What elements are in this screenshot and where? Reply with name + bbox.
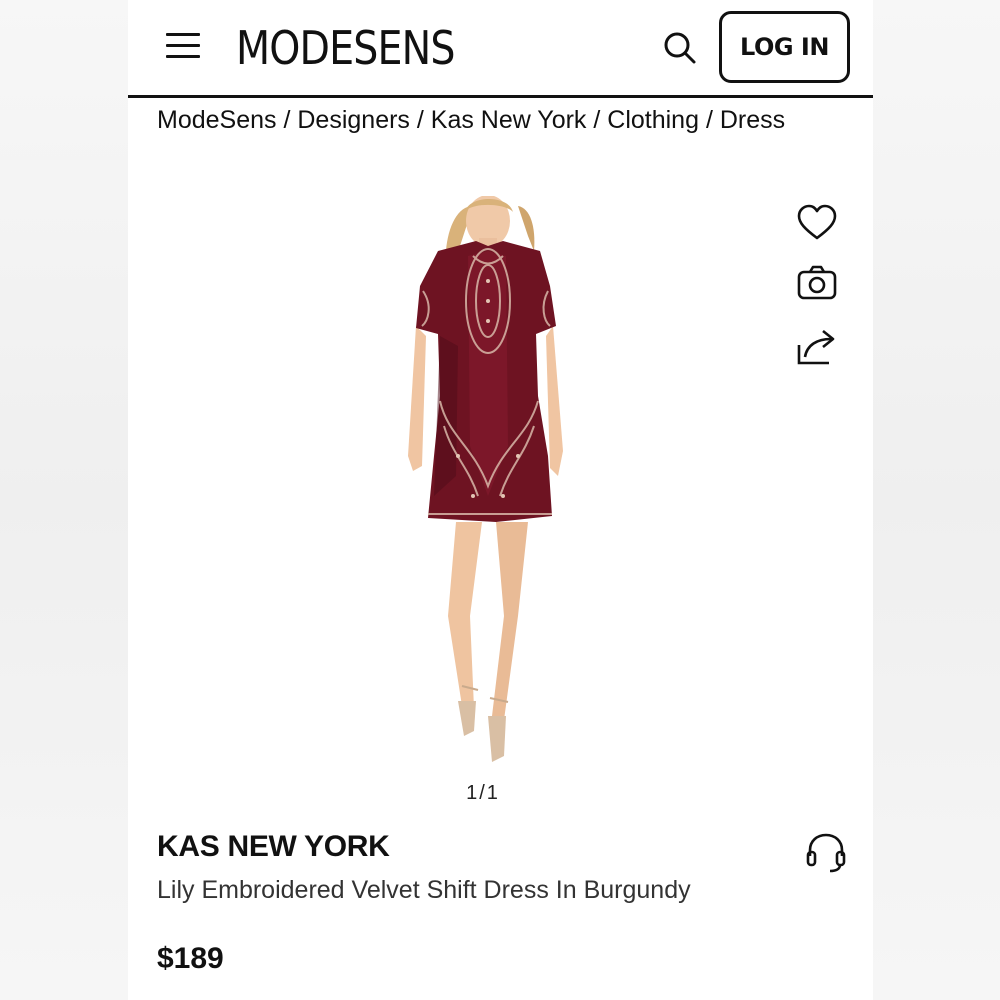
camera-icon[interactable]	[795, 262, 839, 306]
search-icon[interactable]	[660, 28, 700, 68]
login-button[interactable]: LOG IN	[719, 11, 850, 83]
breadcrumb-separator: /	[586, 106, 608, 134]
header-divider	[128, 95, 873, 98]
breadcrumb-item-clothing[interactable]: Clothing	[607, 106, 699, 134]
breadcrumb-separator: /	[276, 106, 298, 134]
product-title: Lily Embroidered Velvet Shift Dress In B…	[157, 876, 691, 904]
site-header: MODESENS LOG IN	[128, 0, 873, 98]
breadcrumb-item-designers[interactable]: Designers	[297, 106, 410, 134]
breadcrumb: ModeSens / Designers / Kas New York / Cl…	[157, 100, 845, 140]
headset-icon[interactable]	[804, 830, 848, 874]
product-price: $189	[157, 942, 224, 975]
product-image[interactable]	[378, 196, 608, 776]
product-page: MODESENS LOG IN ModeSens / Designers / K…	[128, 0, 873, 1000]
breadcrumb-separator: /	[409, 106, 431, 134]
share-icon[interactable]	[795, 325, 839, 369]
backdrop-left	[0, 0, 128, 1000]
gallery-counter: 1/1	[466, 782, 500, 804]
breadcrumb-item-kas-new-york[interactable]: Kas New York	[431, 106, 587, 134]
site-logo[interactable]: MODESENS	[236, 18, 456, 78]
product-brand[interactable]: KAS NEW YORK	[157, 830, 390, 864]
breadcrumb-item-modesens[interactable]: ModeSens	[157, 106, 277, 134]
menu-icon[interactable]	[166, 31, 202, 61]
breadcrumb-item-dress[interactable]: Dress	[720, 106, 785, 134]
heart-icon[interactable]	[795, 202, 839, 246]
backdrop-right	[873, 0, 1000, 1000]
breadcrumb-separator: /	[699, 106, 720, 134]
